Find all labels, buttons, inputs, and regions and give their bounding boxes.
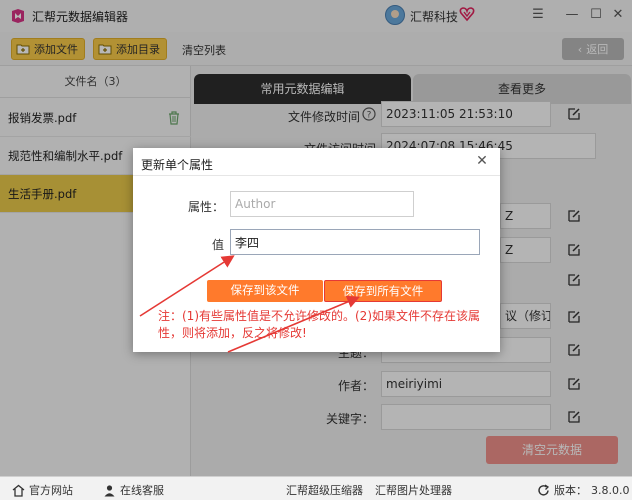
note-line-1: 注：(1)有些属性值是不允许修改的。(2)如果文件不存在该属: [158, 309, 480, 323]
compressor-link[interactable]: 汇帮超级压缩器: [286, 482, 363, 498]
refresh-icon[interactable]: [537, 483, 550, 497]
note-line-2: 性，则将添加，反之将修改!: [158, 326, 307, 340]
attribute-input[interactable]: [230, 191, 414, 217]
home-icon: [12, 484, 25, 497]
official-website-link[interactable]: 官方网站: [12, 482, 73, 498]
dialog-divider: [133, 175, 500, 176]
value-input[interactable]: [230, 229, 480, 255]
version-label: 版本：: [554, 484, 587, 497]
value-label: 值: [211, 238, 224, 252]
dialog-note: 注：(1)有些属性值是不允许修改的。(2)如果文件不存在该属 性，则将添加，反之…: [158, 308, 493, 342]
version-number: 3.8.0.0: [591, 483, 630, 497]
official-website-label: 官方网站: [29, 484, 73, 497]
version-info: 版本： 3.8.0.0: [537, 482, 629, 498]
dialog-title: 更新单个属性: [141, 158, 214, 172]
online-support-label: 在线客服: [120, 484, 164, 497]
attribute-label: 属性：: [187, 200, 224, 214]
image-tool-link[interactable]: 汇帮图片处理器: [375, 482, 452, 498]
save-to-all-files-button[interactable]: 保存到所有文件: [324, 280, 442, 302]
save-to-this-file-button[interactable]: 保存到该文件: [207, 280, 323, 302]
dialog-close-icon[interactable]: ✕: [474, 153, 490, 169]
support-icon: [104, 484, 115, 496]
online-support-link[interactable]: 在线客服: [103, 482, 164, 498]
